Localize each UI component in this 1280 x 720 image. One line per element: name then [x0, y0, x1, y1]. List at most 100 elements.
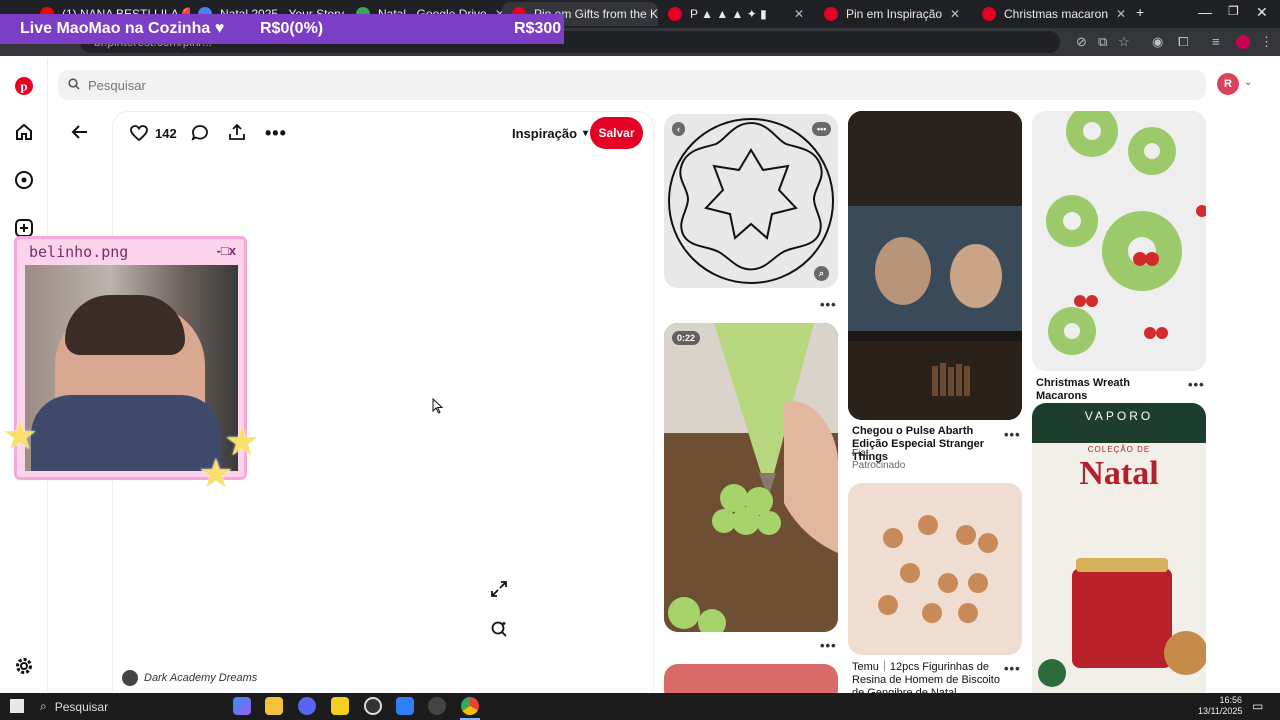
pinterest-icon — [668, 7, 682, 21]
search-icon: ⌕ — [40, 699, 47, 713]
screen: (1) NANA BESTI LILA 🔴| Natal 2025 - Your… — [0, 0, 1280, 720]
obs-icon[interactable] — [364, 697, 382, 715]
stream-title: Live MaoMao na Cozinha ♥ — [20, 20, 225, 37]
pinterest-icon — [824, 7, 838, 21]
scallop-cutter-image — [664, 114, 838, 288]
media-icon[interactable]: ≡ — [1212, 34, 1220, 49]
pin-title[interactable]: Christmas Wreath Macarons — [1036, 377, 1184, 403]
more-options-icon[interactable]: ••• — [265, 124, 287, 142]
pin-card-gingerbread[interactable] — [848, 483, 1022, 655]
comment-icon[interactable] — [191, 124, 209, 147]
app-icon[interactable] — [396, 697, 414, 715]
close-tab-icon[interactable]: ✕ — [1108, 7, 1126, 21]
copilot-icon[interactable] — [233, 697, 251, 715]
taskbar-search[interactable]: ⌕ Pesquisar — [32, 695, 222, 718]
video-duration: 0:22 — [672, 331, 701, 345]
new-tab-button[interactable]: + — [1136, 4, 1144, 20]
menu-icon[interactable]: ⋮ — [1260, 34, 1273, 50]
chrome-icon[interactable] — [461, 697, 479, 715]
share-icon[interactable] — [228, 123, 246, 146]
mouse-cursor-icon — [432, 397, 444, 419]
search-placeholder: Pesquisar — [88, 77, 146, 93]
vaporo-headline: Natal — [1079, 455, 1159, 492]
gingerbread-image — [848, 483, 1022, 655]
stranger-things-image — [848, 111, 1022, 420]
pin-card-vaporo-natal[interactable]: VAPORO COLEÇÃO DE Natal — [1032, 403, 1206, 703]
donation-goal: R$300 — [514, 20, 562, 37]
pin-card-stranger-things[interactable] — [848, 111, 1022, 420]
webcam-overlay: belinho.png -□x — [14, 236, 247, 480]
piping-video-image — [664, 323, 838, 632]
maximize-button[interactable]: ❐ — [1228, 4, 1239, 18]
svg-text:p: p — [20, 79, 27, 94]
browser-tab[interactable]: Pin em Inspiração ✕ — [814, 2, 970, 26]
browser-tab[interactable]: P ▲ ▲ ▲ ✦ ▮ ✕ — [658, 2, 814, 26]
notification-icon[interactable]: ▭ — [1252, 699, 1263, 713]
sponsored-label: Patrocinado — [852, 460, 906, 471]
pin-brand[interactable]: Fiat — [852, 448, 869, 459]
windows-taskbar: ⌕ Pesquisar 16:56 13/11/2025 ▭ — [0, 693, 1280, 720]
app-icon[interactable] — [331, 697, 349, 715]
vaporo-brand: VAPORO — [1084, 409, 1154, 423]
vaporo-sub: COLEÇÃO DE — [1087, 445, 1151, 454]
install-icon[interactable]: ⧉ — [1098, 34, 1107, 50]
author-name: Dark Academy Dreams — [144, 672, 258, 684]
puzzle-icon[interactable]: ⧠ — [1178, 34, 1188, 50]
profile-avatar-icon[interactable] — [1236, 35, 1250, 49]
pin-author[interactable]: Dark Academy Dreams — [122, 670, 257, 686]
bookmark-star-icon[interactable]: ☆ — [1118, 34, 1130, 50]
pinterest-logo-icon[interactable]: p — [12, 74, 36, 98]
close-window-button[interactable]: ✕ — [1256, 4, 1268, 21]
close-tab-icon[interactable]: ✕ — [942, 7, 960, 21]
visual-search-icon[interactable] — [490, 620, 508, 643]
windows-start-icon[interactable] — [10, 699, 24, 713]
chevron-down-icon: ▾ — [583, 128, 589, 139]
pin-card-piping[interactable]: 0:22 — [664, 323, 838, 632]
explore-compass-icon[interactable] — [12, 168, 36, 192]
more-options-icon[interactable]: ••• — [820, 297, 837, 312]
discord-icon[interactable] — [298, 697, 316, 715]
file-explorer-icon[interactable] — [265, 697, 283, 715]
stream-overlay-bar: Live MaoMao na Cozinha ♥ R$0(0%) R$300 — [0, 14, 564, 44]
webcam-window-controls: -□x — [216, 243, 236, 258]
settings-gear-icon[interactable] — [12, 654, 36, 678]
pin-title[interactable]: Chegou o Pulse Abarth Edição Especial St… — [852, 425, 1000, 464]
board-name: Inspiração — [512, 126, 578, 141]
pin-card-wreath-macarons[interactable] — [1032, 111, 1206, 371]
expand-icon[interactable] — [490, 580, 508, 603]
save-button[interactable]: Salvar — [590, 117, 643, 149]
star-sticker-icon: ★ — [2, 414, 38, 458]
pin-card-scallop[interactable]: ‹ ••• ⌕ — [664, 114, 838, 288]
visual-search-icon[interactable]: ⌕ — [814, 266, 830, 281]
like-count: 142 — [155, 126, 177, 141]
board-selector[interactable]: Inspiração ▾ — [512, 126, 588, 141]
more-icon[interactable]: ••• — [812, 122, 832, 136]
star-sticker-icon: ★ — [198, 452, 234, 496]
close-tab-icon[interactable]: ✕ — [786, 7, 804, 21]
author-avatar — [122, 670, 138, 686]
eye-off-icon[interactable]: ⊘ — [1076, 34, 1087, 50]
more-options-icon[interactable]: ••• — [1188, 377, 1205, 392]
wreath-macarons-image — [1032, 111, 1206, 371]
search-icon — [68, 77, 80, 93]
extension-icon[interactable]: ◉ — [1152, 34, 1163, 50]
chevron-down-icon[interactable]: ⌄ — [1244, 77, 1252, 88]
more-options-icon[interactable]: ••• — [1004, 661, 1021, 676]
more-options-icon[interactable]: ••• — [1004, 427, 1021, 442]
more-options-icon[interactable]: ••• — [820, 638, 837, 653]
streamer-shirt — [31, 395, 221, 471]
profile-avatar[interactable]: R — [1217, 73, 1239, 95]
chevron-left-icon[interactable]: ‹ — [672, 122, 685, 136]
taskbar-clock[interactable]: 16:56 13/11/2025 — [1198, 695, 1242, 717]
webcam-video — [25, 265, 238, 471]
browser-tab[interactable]: Christmas macaron ✕ — [972, 2, 1128, 26]
game-icon[interactable] — [428, 697, 446, 715]
heart-icon[interactable] — [130, 124, 148, 147]
back-arrow-icon[interactable] — [70, 122, 92, 144]
donation-progress: R$0(0%) — [260, 20, 324, 37]
search-input[interactable]: Pesquisar — [58, 70, 1206, 100]
home-icon[interactable] — [12, 120, 36, 144]
pinterest-icon — [982, 7, 996, 21]
minimize-button[interactable]: — — [1198, 4, 1212, 20]
webcam-window-title: belinho.png — [29, 243, 129, 261]
